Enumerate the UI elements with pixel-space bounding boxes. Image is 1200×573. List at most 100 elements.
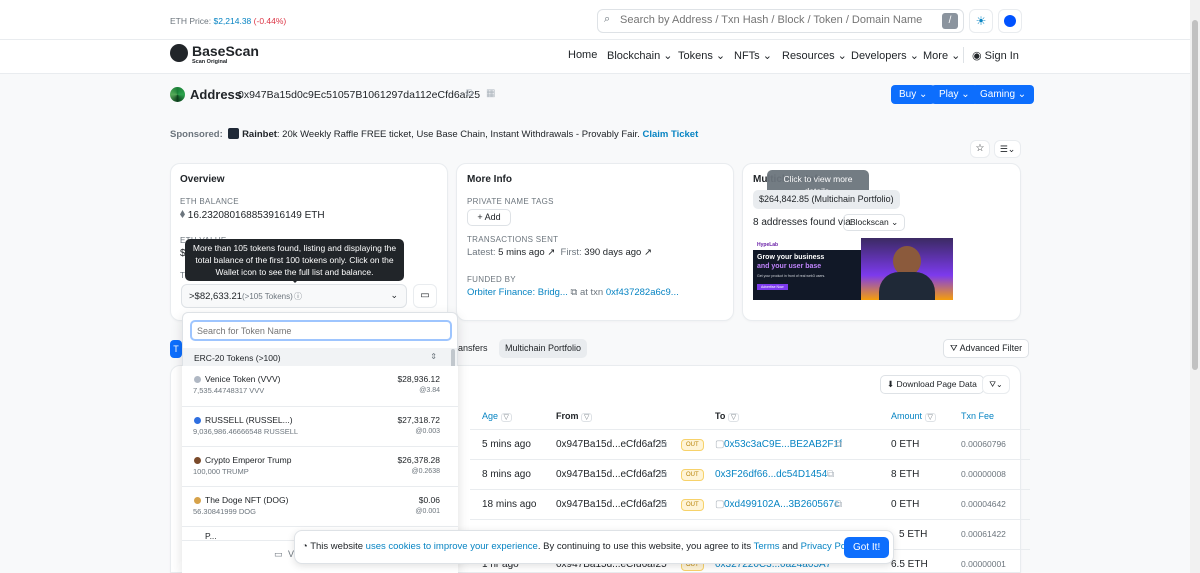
chevron-down-icon: ⌄ <box>663 50 673 62</box>
nav-nfts[interactable]: NFTs ⌄ <box>734 49 772 62</box>
copy-icon[interactable]: ⧉ <box>660 469 667 480</box>
addresses-found-text: 8 addresses found via <box>753 217 851 228</box>
copy-icon[interactable]: ⧉ <box>571 287 578 298</box>
nav-home[interactable]: Home <box>568 49 597 61</box>
latest-value[interactable]: 5 mins ago <box>498 247 544 258</box>
row-age: 18 mins ago <box>482 499 537 510</box>
page-scrollbar[interactable] <box>1190 0 1200 573</box>
gaming-button[interactable]: Gaming ⌄ <box>972 85 1035 104</box>
cookie-icon: ◔ <box>302 541 308 552</box>
token-item[interactable]: Crypto Emperor Trump 100,000 TRUMP $26,3… <box>182 446 458 486</box>
filter-dropdown-icon[interactable]: ⛛⌄ <box>982 375 1010 394</box>
sort-icon[interactable]: ⇕ <box>430 352 437 361</box>
header-age[interactable]: Age ▽ <box>482 411 512 422</box>
token-icon <box>194 497 201 504</box>
star-icon[interactable]: ☆ <box>970 140 990 158</box>
cookie-and: and <box>782 541 799 552</box>
scrollbar-thumb[interactable] <box>1192 20 1198 370</box>
filter-icon[interactable]: ▽ <box>727 413 740 422</box>
nav-blockchain[interactable]: Blockchain ⌄ <box>607 49 672 62</box>
got-it-button[interactable]: Got It! <box>844 537 890 558</box>
blockscan-selector[interactable]: Blockscan ⌄ <box>843 214 906 231</box>
filter-icon[interactable]: ▽ <box>500 413 512 422</box>
info-icon[interactable]: ⓘ <box>294 291 302 302</box>
token-holdings-dropdown[interactable]: >$82,633.21 (>105 Tokens) ⓘ ⌄ <box>181 284 407 308</box>
rainbet-logo-icon <box>228 128 240 139</box>
qr-code-icon[interactable]: ▦ <box>486 88 495 99</box>
sponsor-text: : 20k Weekly Raffle FREE ticket, Use Bas… <box>276 129 640 140</box>
multichain-portfolio-badge[interactable]: $264,842.85 (Multichain Portfolio) <box>753 190 900 209</box>
token-holdings-tooltip: More than 105 tokens found, listing and … <box>185 239 404 281</box>
nav-more[interactable]: More ⌄ <box>923 49 960 62</box>
search-input[interactable] <box>620 14 940 26</box>
hypelab-ad[interactable]: HypeLab Grow your business and your user… <box>753 238 953 300</box>
copy-icon[interactable]: ⧉ <box>466 88 473 99</box>
tab-internal-transfers[interactable]: ransfers <box>455 343 488 353</box>
overview-title: Overview <box>180 174 225 185</box>
copy-icon[interactable]: ⧉ <box>827 469 834 480</box>
copy-icon[interactable]: ⧉ <box>660 439 667 450</box>
tab-multichain-portfolio[interactable]: Multichain Portfolio <box>499 339 588 358</box>
token-name: RUSSELL (RUSSEL...) <box>205 415 293 425</box>
blockscan-label: Blockscan <box>850 217 889 227</box>
token-item[interactable]: RUSSELL (RUSSEL...) 9,036,986.46666548 R… <box>182 406 458 446</box>
filter-icon: ⛛ <box>950 343 958 353</box>
header-amount[interactable]: Amount ▽ <box>891 411 936 422</box>
ad-line2: and your user base <box>757 263 822 270</box>
row-amount: 5 ETH <box>899 529 928 540</box>
funding-txn-link[interactable]: 0xf437282a6c9... <box>606 287 679 298</box>
theme-toggle-icon[interactable]: ☀ <box>969 9 993 33</box>
terms-link[interactable]: Terms <box>754 541 780 552</box>
erc20-section-header: ERC-20 Tokens (>100) ⇕ <box>183 348 457 368</box>
filter-icon[interactable]: ▽ <box>924 413 936 422</box>
nav-developers[interactable]: Developers ⌄ <box>851 49 919 62</box>
token-item[interactable]: The Doge NFT (DOG) 56.30841999 DOG $0.06… <box>182 486 458 526</box>
download-label: Download Page Data <box>896 379 977 389</box>
eth-balance-label: ETH BALANCE <box>180 197 239 206</box>
filter-icon[interactable]: ▽ <box>581 413 593 422</box>
cookie-middle: . By continuing to use this website, you… <box>537 541 752 552</box>
token-item[interactable]: Venice Token (VVV) 7,535.44748317 VVV $2… <box>182 366 458 406</box>
network-switch-button[interactable] <box>998 9 1022 33</box>
eth-price-value[interactable]: $2,214.38 <box>213 16 251 26</box>
funded-by-link[interactable]: Orbiter Finance: Bridg... <box>467 287 568 298</box>
eth-diamond-icon <box>180 210 185 218</box>
brand-name[interactable]: BaseScan <box>192 43 259 59</box>
direction-badge: OUT <box>681 469 704 481</box>
token-value: $0.06 <box>418 495 440 505</box>
tab-transactions[interactable]: T <box>170 340 182 358</box>
token-search-input[interactable] <box>190 320 452 341</box>
ad-cta-button[interactable]: Advertise Now <box>757 284 788 290</box>
header-from: From ▽ <box>556 411 593 422</box>
claim-ticket-link[interactable]: Claim Ticket <box>642 129 698 140</box>
wallet-icon[interactable]: ▭ <box>413 284 437 308</box>
cookie-policy-link[interactable]: uses cookies to improve your experience <box>366 541 538 552</box>
top-bar: ETH Price: $2,214.38 (-0.44%) ⌕ / ☀ <box>0 0 1190 40</box>
chevron-down-icon: ⌄ <box>715 50 726 62</box>
copy-icon[interactable]: ⧉ <box>835 499 842 510</box>
download-page-data-button[interactable]: ⬇ Download Page Data <box>880 375 984 394</box>
list-options-icon[interactable]: ☰⌄ <box>994 140 1021 158</box>
wallet-icon: ▭ <box>274 549 283 559</box>
buy-button[interactable]: Buy ⌄ <box>891 85 936 104</box>
add-tag-button[interactable]: + Add <box>467 209 511 226</box>
copy-icon[interactable]: ⧉ <box>835 439 842 450</box>
row-to[interactable]: 0xd499102A...3B260567c <box>724 499 839 510</box>
row-to[interactable]: 0x53c3aC9E...BE2AB2F1f <box>724 439 842 450</box>
basescan-logo-icon[interactable] <box>170 44 188 62</box>
nav-sign-in[interactable]: ◉ Sign In <box>972 49 1019 62</box>
nav-resources[interactable]: Resources ⌄ <box>782 49 847 62</box>
eth-balance: 16.232080168853916149 ETH <box>180 210 325 221</box>
first-value[interactable]: 390 days ago <box>584 247 641 258</box>
erc20-section-label: ERC-20 Tokens (>100) <box>194 353 281 363</box>
play-button[interactable]: Play ⌄ <box>931 85 978 104</box>
advanced-filter-button[interactable]: ⛛ Advanced Filter <box>943 339 1030 358</box>
nav-tokens-label: Tokens <box>678 50 713 62</box>
row-to[interactable]: 0x3F26df66...dc54D1454 <box>715 469 827 480</box>
header-txn-fee[interactable]: Txn Fee <box>961 411 994 421</box>
copy-icon[interactable]: ⧉ <box>660 499 667 510</box>
search-bar[interactable]: ⌕ / <box>597 9 964 33</box>
chevron-down-icon: ⌄ <box>390 290 398 300</box>
row-fee: 0.00000008 <box>961 469 1006 479</box>
nav-tokens[interactable]: Tokens ⌄ <box>678 49 725 62</box>
